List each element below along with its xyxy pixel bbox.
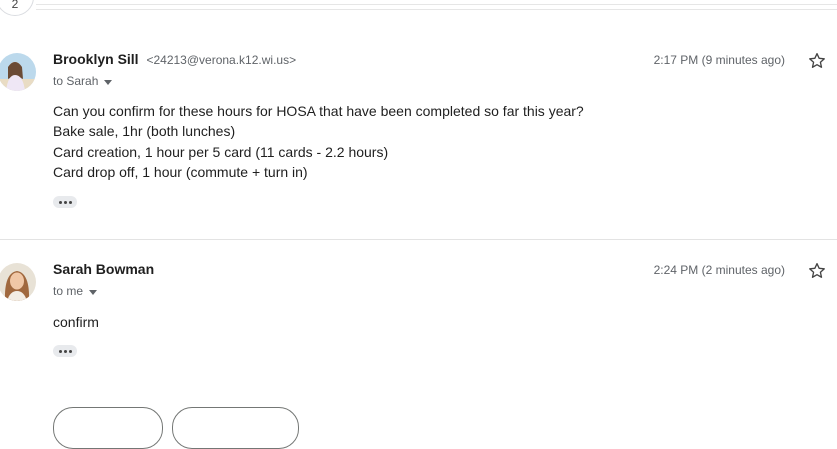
star-icon[interactable] [807,261,827,281]
body-line: confirm [53,314,99,330]
show-trimmed-content-button[interactable] [53,196,77,208]
recipients-label: to me [53,284,84,298]
message-body: Can you confirm for these hours for HOSA… [53,101,584,182]
dot [68,200,72,204]
body-line: Can you confirm for these hours for HOSA… [53,103,584,119]
avatar[interactable] [0,263,36,301]
chevron-down-icon[interactable] [89,289,98,295]
message-timestamp: 2:17 PM (9 minutes ago) [653,53,785,67]
sender-name[interactable]: Sarah Bowman [53,261,154,277]
recipients-toggle[interactable]: to Sarah [53,74,113,88]
body-line: Card drop off, 1 hour (commute + turn in… [53,163,308,180]
forward-button[interactable] [172,407,299,449]
collapsed-line [36,9,837,10]
message-timestamp: 2:24 PM (2 minutes ago) [653,263,785,277]
show-trimmed-content-button[interactable] [53,345,77,357]
star-icon[interactable] [807,51,827,71]
dot [58,200,62,204]
message-body: confirm [53,312,99,332]
reply-button[interactable] [53,407,163,449]
dot [63,349,67,353]
dot [68,349,72,353]
avatar[interactable] [0,53,36,91]
body-line: Card creation, 1 hour per 5 card (11 car… [53,143,389,160]
chevron-down-icon[interactable] [104,79,113,85]
dot [63,200,67,204]
collapsed-line [36,4,837,5]
recipients-toggle[interactable]: to me [53,284,98,298]
collapsed-messages-count[interactable]: 2 [0,0,34,16]
collapsed-messages-lines [36,0,837,12]
sender-line: Brooklyn Sill <24213@verona.k12.wi.us> [53,51,296,67]
message-divider [0,239,837,240]
sender-email: <24213@verona.k12.wi.us> [146,53,297,67]
body-line: Bake sale, 1hr (both lunches) [53,123,236,140]
sender-name[interactable]: Brooklyn Sill [53,51,139,67]
sender-line: Sarah Bowman [53,261,154,277]
dot [58,349,62,353]
recipients-label: to Sarah [53,74,99,88]
